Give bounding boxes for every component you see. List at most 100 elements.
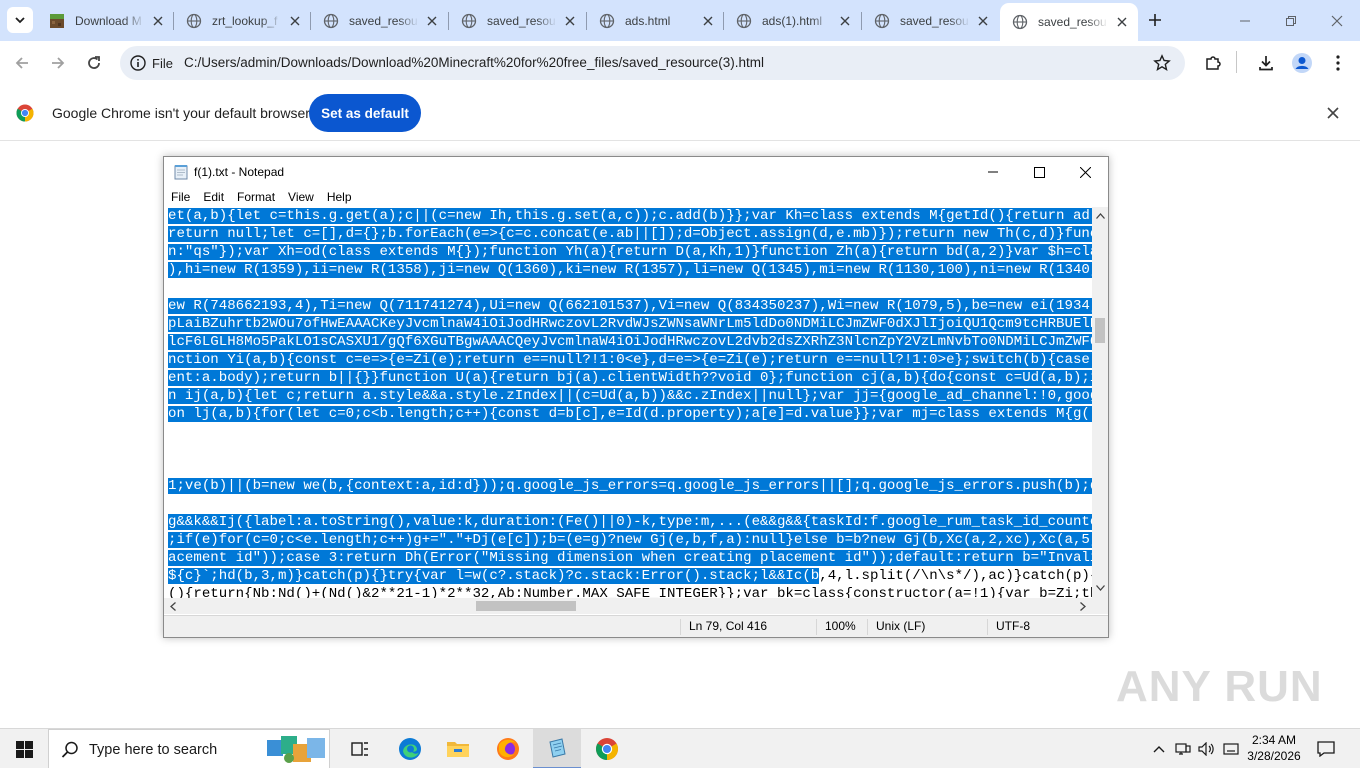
menu-format[interactable]: Format [230, 187, 281, 207]
notepad-text-area[interactable]: et(a,b){let c=this.g.get(a);c||(c=new Ih… [164, 207, 1092, 598]
notepad-status-bar: Ln 79, Col 416 100% Unix (LF) UTF-8 [164, 615, 1108, 637]
text-line: on lj(a,b){for(let c=0;c<b.length;c++){c… [168, 405, 1092, 423]
restore-button[interactable] [1268, 0, 1314, 41]
start-button[interactable] [0, 729, 48, 768]
toolbar-divider [1236, 51, 1237, 73]
close-icon [1331, 15, 1343, 26]
selected-text: n:"qs"});var Xh=od(class extends M{});fu… [168, 244, 1092, 260]
menu-file[interactable]: File [164, 187, 196, 207]
plus-icon [1149, 14, 1161, 26]
arrow-right-icon [52, 57, 65, 69]
browser-tab-title: saved_resou [1038, 15, 1107, 29]
scroll-right-arrow[interactable] [1077, 600, 1089, 612]
tray-network[interactable] [1174, 740, 1192, 758]
selected-text: ${c}`;hd(b,3,m)}catch(p){}try{var l=w(c?… [168, 568, 820, 584]
tab-search-button[interactable] [7, 7, 33, 33]
chrome-menu-button[interactable] [1326, 51, 1350, 75]
menu-view[interactable]: View [281, 187, 320, 207]
search-icon [61, 741, 78, 758]
extensions-button[interactable] [1201, 51, 1225, 75]
profile-button[interactable] [1290, 51, 1314, 75]
forward-button[interactable] [43, 48, 73, 78]
vertical-scroll-thumb[interactable] [1095, 318, 1105, 343]
close-tab-icon[interactable] [975, 13, 991, 29]
browser-tab[interactable]: zrt_lookup_f [174, 4, 311, 37]
globe-icon [323, 13, 339, 29]
url-text[interactable]: C:/Users/admin/Downloads/Download%20Mine… [184, 55, 764, 70]
close-icon [1327, 107, 1339, 119]
set-as-default-button[interactable]: Set as default [309, 94, 421, 132]
minimize-icon [988, 171, 998, 173]
selected-text: n ij(a,b){let c;return a.style&&a.style.… [168, 388, 1092, 404]
vertical-scrollbar[interactable] [1092, 207, 1108, 598]
browser-tab[interactable]: saved_resou [311, 4, 448, 37]
back-button[interactable] [7, 48, 37, 78]
browser-tab[interactable]: saved_resou [1000, 3, 1138, 41]
downloads-button[interactable] [1254, 51, 1278, 75]
text-line: ent:a.body);return b||{}}function U(a){r… [168, 369, 1092, 387]
close-tab-icon[interactable] [150, 13, 166, 29]
chevron-left-icon [170, 601, 176, 611]
scroll-up-arrow[interactable] [1095, 210, 1105, 222]
text-line: lcF6LGLH8Mo5PakLO1sCASXU1/gQf6XGuTBgwAAA… [168, 333, 1092, 351]
globe-icon [874, 13, 890, 29]
taskbar-search-box[interactable]: Type here to search [48, 729, 330, 768]
tray-keyboard[interactable] [1222, 740, 1240, 758]
text-line: ),hi=new R(1359),ii=new R(1358),ji=new Q… [168, 261, 1092, 279]
reload-button[interactable] [79, 48, 109, 78]
close-tab-icon[interactable] [424, 13, 440, 29]
notepad-title-bar[interactable]: f(1).txt - Notepad [164, 157, 1108, 187]
globe-icon [599, 13, 615, 29]
bookmark-button[interactable] [1153, 54, 1171, 72]
system-clock[interactable]: 2:34 AM 3/28/2026 [1244, 732, 1304, 764]
minimize-icon [1240, 20, 1250, 21]
globe-icon [186, 13, 202, 29]
close-tab-icon[interactable] [837, 13, 853, 29]
menu-edit[interactable]: Edit [196, 187, 230, 207]
tray-overflow-button[interactable] [1150, 740, 1168, 758]
browser-tab[interactable]: Download M [37, 4, 174, 37]
windows-logo-icon [15, 740, 33, 758]
status-encoding: UTF-8 [987, 619, 1030, 635]
browser-tab-title: zrt_lookup_f [212, 13, 278, 28]
taskbar-notepad[interactable] [533, 729, 581, 768]
taskbar-file-explorer[interactable] [434, 729, 482, 768]
browser-tab[interactable]: ads(1).html [724, 4, 861, 37]
notepad-close-button[interactable] [1062, 157, 1108, 187]
close-window-button[interactable] [1314, 0, 1360, 41]
clock-date: 3/28/2026 [1247, 749, 1301, 763]
browser-tab[interactable]: saved_resou [862, 4, 999, 37]
notification-icon [1317, 741, 1335, 757]
notepad-minimize-button[interactable] [970, 157, 1016, 187]
scroll-left-arrow[interactable] [167, 600, 179, 612]
scheme-label: File [152, 55, 173, 71]
status-line-ending: Unix (LF) [867, 619, 925, 635]
selected-text: ),hi=new R(1359),ii=new R(1358),ji=new Q… [168, 262, 1092, 278]
keyboard-icon [1223, 743, 1239, 755]
site-info-chip[interactable]: File [126, 51, 181, 75]
minimize-button[interactable] [1222, 0, 1268, 41]
scroll-down-arrow[interactable] [1095, 582, 1105, 594]
taskbar-firefox[interactable] [484, 729, 532, 768]
unselected-text: ,4,l.split(/\n\s*/),ac)}catch(p){}n=H( [819, 568, 1092, 584]
close-tab-icon[interactable] [287, 13, 303, 29]
menu-help[interactable]: Help [320, 187, 358, 207]
close-tab-icon[interactable] [700, 13, 716, 29]
infobar-close-button[interactable] [1324, 104, 1342, 122]
horizontal-scroll-thumb[interactable] [476, 601, 576, 611]
horizontal-scrollbar[interactable] [164, 598, 1092, 614]
browser-tab[interactable]: ads.html [587, 4, 724, 37]
puzzle-icon [1206, 56, 1221, 70]
notification-center-button[interactable] [1316, 739, 1336, 759]
notepad-maximize-button[interactable] [1016, 157, 1062, 187]
address-bar[interactable]: File C:/Users/admin/Downloads/Download%2… [120, 46, 1185, 80]
new-tab-button[interactable] [1145, 10, 1165, 30]
close-tab-icon[interactable] [562, 13, 578, 29]
tray-volume[interactable] [1198, 740, 1216, 758]
close-tab-icon[interactable] [1114, 14, 1130, 30]
chevron-down-icon [15, 17, 25, 24]
taskbar-edge[interactable] [386, 729, 434, 768]
taskbar-chrome[interactable] [583, 729, 631, 768]
task-view-button[interactable] [336, 729, 384, 768]
browser-tab[interactable]: saved_resou [449, 4, 586, 37]
